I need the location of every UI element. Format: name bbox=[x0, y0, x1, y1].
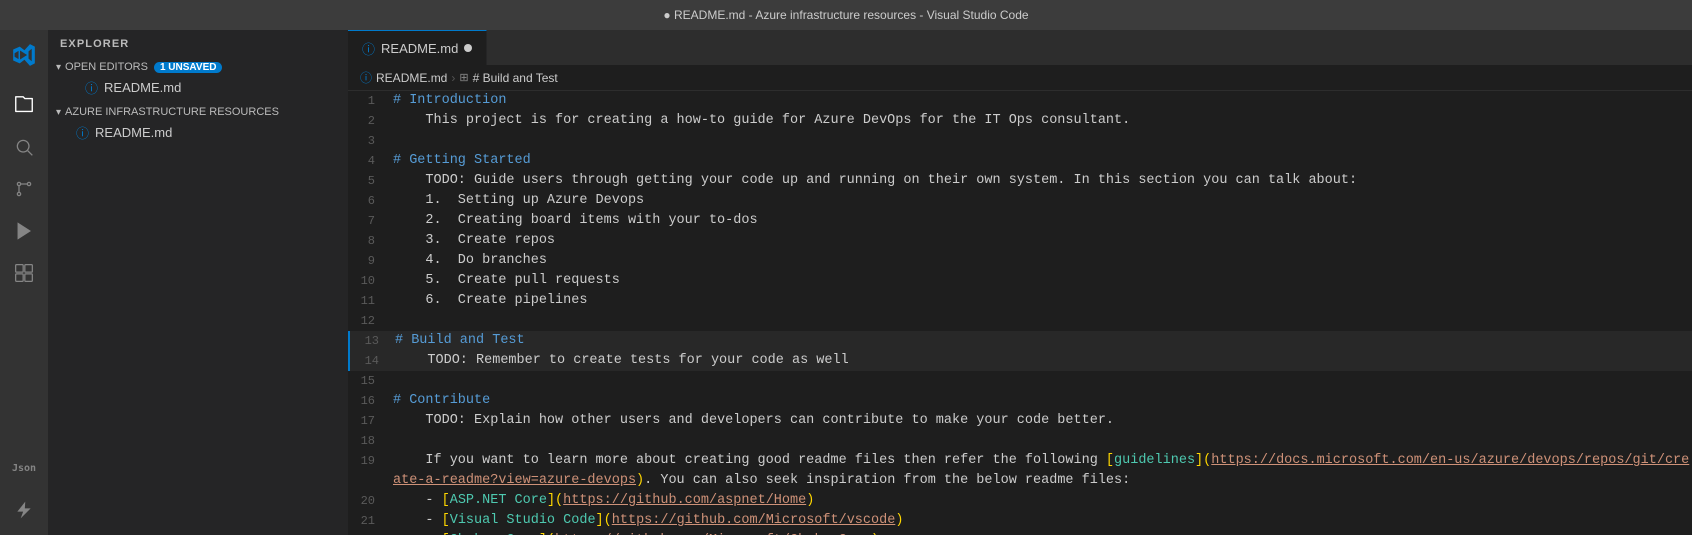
line-5: 5 TODO: Guide users through getting your… bbox=[348, 171, 1692, 191]
tab-filename: README.md bbox=[381, 41, 458, 56]
line-4: 4 # Getting Started bbox=[348, 151, 1692, 171]
activity-bar: Json bbox=[0, 30, 48, 535]
search-icon[interactable] bbox=[7, 130, 41, 164]
breadcrumb-separator: › bbox=[451, 71, 455, 85]
files-icon[interactable] bbox=[7, 88, 41, 122]
line-14: 14 TODO: Remember to create tests for yo… bbox=[348, 351, 1692, 371]
line-6: 6 1. Setting up Azure Devops bbox=[348, 191, 1692, 211]
line-22: 22 - [Chakra Core](https://github.com/Mi… bbox=[348, 531, 1692, 535]
sidebar-title: EXPLORER bbox=[48, 30, 348, 58]
tab-info-icon: ⓘ bbox=[362, 39, 375, 58]
tab-modified-dot bbox=[464, 44, 472, 52]
line-3: 3 bbox=[348, 131, 1692, 151]
extensions-icon[interactable] bbox=[7, 256, 41, 290]
open-editors-section[interactable]: ▾ OPEN EDITORS 1 UNSAVED bbox=[48, 58, 348, 76]
line-7: 7 2. Creating board items with your to-d… bbox=[348, 211, 1692, 231]
vscode-logo-icon[interactable] bbox=[7, 38, 41, 72]
azure-filename: README.md bbox=[95, 125, 172, 140]
line-19: 19 If you want to learn more about creat… bbox=[348, 451, 1692, 491]
azure-section-label: AZURE INFRASTRUCTURE RESOURCES bbox=[65, 106, 279, 118]
line-15: 15 bbox=[348, 371, 1692, 391]
sidebar: EXPLORER ▾ OPEN EDITORS 1 UNSAVED ⓘ READ… bbox=[48, 30, 348, 535]
breadcrumb-section[interactable]: # Build and Test bbox=[473, 71, 558, 85]
line-18: 18 bbox=[348, 431, 1692, 451]
line-2: 2 This project is for creating a how-to … bbox=[348, 111, 1692, 131]
open-editors-filename: README.md bbox=[104, 80, 181, 95]
line-1: 1 # Introduction bbox=[348, 91, 1692, 111]
unsaved-badge: 1 UNSAVED bbox=[154, 62, 223, 73]
line-17: 17 TODO: Explain how other users and dev… bbox=[348, 411, 1692, 431]
line-9: 9 4. Do branches bbox=[348, 251, 1692, 271]
line-21: 21 - [Visual Studio Code](https://github… bbox=[348, 511, 1692, 531]
source-control-icon[interactable] bbox=[7, 172, 41, 206]
info-file-icon: ⓘ bbox=[85, 78, 98, 97]
run-debug-icon[interactable] bbox=[7, 214, 41, 248]
editor-area: ⓘ README.md ⓘ README.md › ⊞ # Build and … bbox=[348, 30, 1692, 535]
line-20: 20 - [ASP.NET Core](https://github.com/a… bbox=[348, 491, 1692, 511]
json-icon[interactable]: Json bbox=[7, 451, 41, 485]
breadcrumb: ⓘ README.md › ⊞ # Build and Test bbox=[348, 65, 1692, 91]
line-8: 8 3. Create repos bbox=[348, 231, 1692, 251]
azure-icon[interactable] bbox=[7, 493, 41, 527]
line-12: 12 bbox=[348, 311, 1692, 331]
line-13: 13 # Build and Test bbox=[348, 331, 1692, 351]
chevron-down-icon-2: ▾ bbox=[56, 107, 61, 118]
line-11: 11 6. Create pipelines bbox=[348, 291, 1692, 311]
editor-tab-readme[interactable]: ⓘ README.md bbox=[348, 30, 487, 65]
line-16: 16 # Contribute bbox=[348, 391, 1692, 411]
open-editors-label: OPEN EDITORS bbox=[65, 61, 148, 73]
azure-section-header[interactable]: ▾ AZURE INFRASTRUCTURE RESOURCES bbox=[48, 103, 348, 121]
editor-content[interactable]: 1 # Introduction 2 This project is for c… bbox=[348, 91, 1692, 535]
open-editors-file-readme[interactable]: ⓘ README.md bbox=[48, 76, 348, 99]
breadcrumb-file[interactable]: README.md bbox=[376, 71, 447, 85]
info-file-icon-2: ⓘ bbox=[76, 123, 89, 142]
tab-bar: ⓘ README.md bbox=[348, 30, 1692, 65]
azure-section-file-readme[interactable]: ⓘ README.md bbox=[48, 121, 348, 144]
titlebar-title: ● README.md - Azure infrastructure resou… bbox=[663, 8, 1028, 22]
chevron-down-icon: ▾ bbox=[56, 62, 61, 73]
titlebar: ● README.md - Azure infrastructure resou… bbox=[0, 0, 1692, 30]
breadcrumb-info-icon: ⓘ bbox=[360, 69, 372, 86]
breadcrumb-md-icon: ⊞ bbox=[459, 71, 468, 84]
line-10: 10 5. Create pull requests bbox=[348, 271, 1692, 291]
